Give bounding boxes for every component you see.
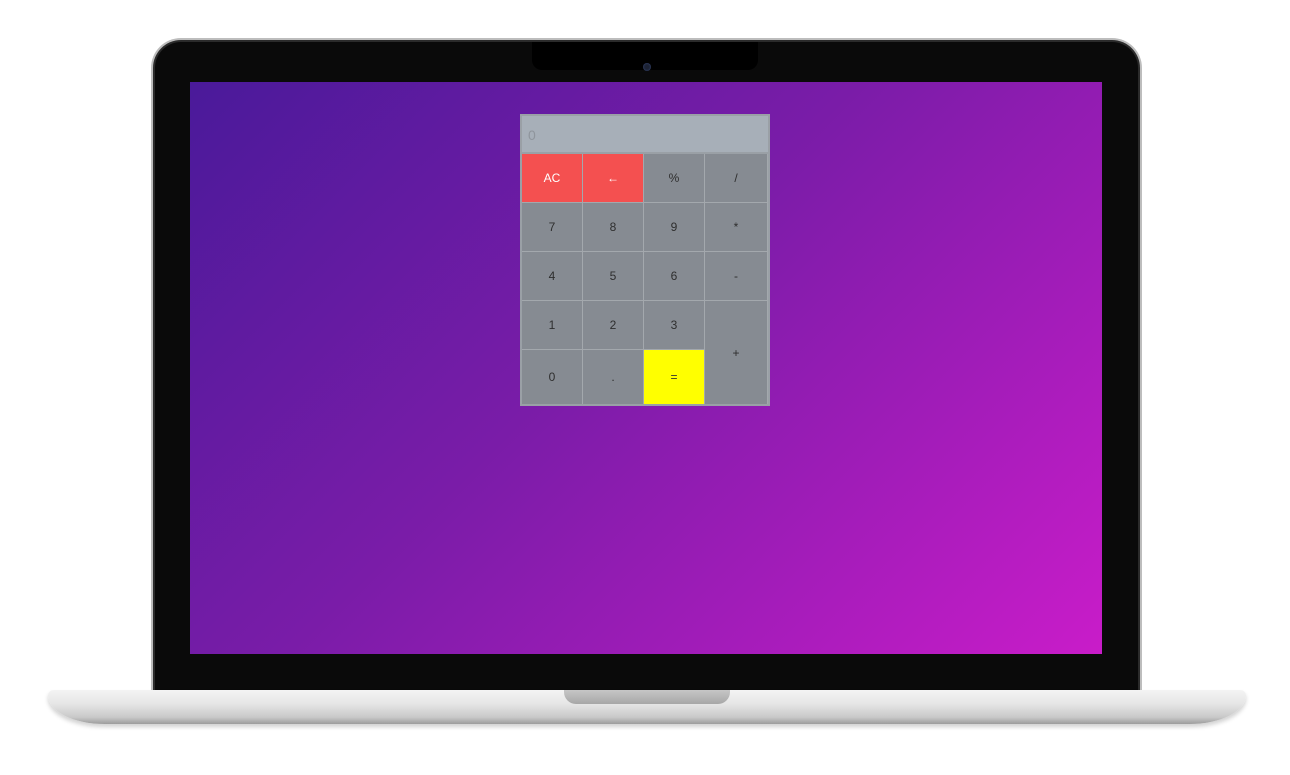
decimal-button[interactable]: . [583, 350, 644, 404]
divide-button[interactable]: / [705, 154, 768, 203]
camera-icon [643, 63, 651, 71]
digit-9-button[interactable]: 9 [644, 203, 705, 252]
digit-0-button[interactable]: 0 [522, 350, 583, 404]
laptop-mockup: 0 AC ← % / 7 8 9 * 4 5 6 - 1 2 3 + 0 . = [0, 0, 1290, 775]
digit-7-button[interactable]: 7 [522, 203, 583, 252]
minus-button[interactable]: - [705, 252, 768, 301]
percent-button[interactable]: % [644, 154, 705, 203]
backspace-button[interactable]: ← [583, 154, 644, 203]
calculator-display[interactable]: 0 [522, 116, 768, 154]
app-screen: 0 AC ← % / 7 8 9 * 4 5 6 - 1 2 3 + 0 . = [190, 82, 1102, 654]
digit-4-button[interactable]: 4 [522, 252, 583, 301]
digit-2-button[interactable]: 2 [583, 301, 644, 350]
digit-1-button[interactable]: 1 [522, 301, 583, 350]
laptop-base-notch [564, 690, 730, 704]
calculator: 0 AC ← % / 7 8 9 * 4 5 6 - 1 2 3 + 0 . = [520, 114, 770, 406]
digit-5-button[interactable]: 5 [583, 252, 644, 301]
clear-button[interactable]: AC [522, 154, 583, 203]
digit-6-button[interactable]: 6 [644, 252, 705, 301]
plus-button[interactable]: + [705, 301, 768, 404]
digit-8-button[interactable]: 8 [583, 203, 644, 252]
multiply-button[interactable]: * [705, 203, 768, 252]
digit-3-button[interactable]: 3 [644, 301, 705, 350]
equals-button[interactable]: = [644, 350, 705, 404]
